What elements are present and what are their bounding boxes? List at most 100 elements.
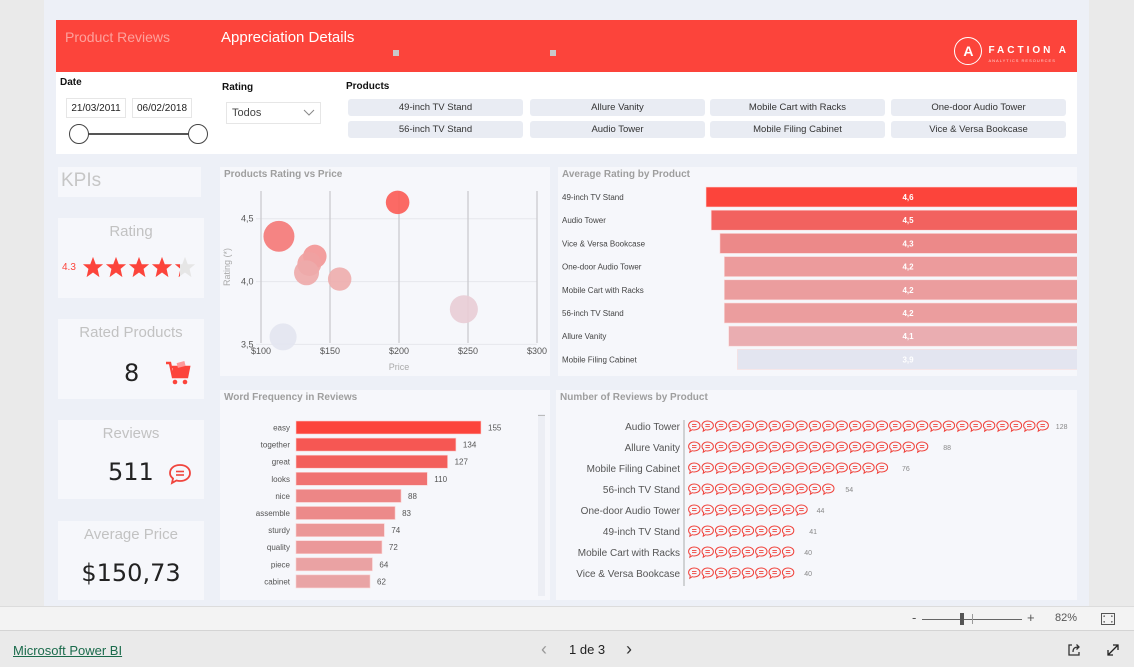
product-chip[interactable]: Mobile Cart with Racks [710,99,885,116]
product-chip[interactable]: Mobile Filing Cabinet [710,121,885,138]
logo-mark-icon: A [954,37,983,65]
product-chip[interactable]: Vice & Versa Bookcase [891,121,1066,138]
next-page-button[interactable]: › [626,639,632,660]
bubble-outline [1023,420,1036,433]
category-label: nice [275,492,290,501]
speech-bubble-icon [755,546,768,559]
bubble-outline [862,420,875,433]
zoom-out-button[interactable]: - [912,610,916,625]
date-start-input[interactable]: 21/03/2011 [66,98,126,118]
speech-bubble-icon [781,462,795,475]
bubble-outline [781,504,795,517]
star-icon [128,256,150,278]
speech-bubble-icon [741,504,755,517]
bubble-outline [688,483,701,496]
rating-dropdown[interactable]: Todos [226,102,321,124]
speech-bubble-icon [714,462,728,475]
bubble-outline [714,546,728,559]
product-chip[interactable]: Audio Tower [530,121,705,138]
speech-bubble-icon [795,483,808,496]
bubble-outline [714,504,728,517]
funnel-bar [724,279,1077,301]
product-chip[interactable]: One-door Audio Tower [891,99,1066,116]
speech-bubble-icon [755,441,768,454]
product-chip[interactable]: 49-inch TV Stand [348,99,523,116]
bubble-outline [728,462,741,475]
speech-bubble-icon [835,462,848,475]
data-label: 155 [488,424,502,433]
category-label: 56-inch TV Stand [603,485,680,496]
data-label: 62 [377,577,386,586]
speech-bubble-icon [701,441,714,454]
speech-bubble-icon [714,441,728,454]
speech-bubble-icon [714,504,728,517]
bubble-outline [795,462,808,475]
speech-bubble-icon [808,483,822,496]
vertical-scrollbar[interactable] [538,414,545,596]
category-label: Allure Vanity [625,443,680,454]
kpi-reviews-value: 511 [108,458,154,486]
speech-bubble-icon [714,420,728,433]
bubble-outline [781,441,795,454]
scatter-point [449,295,478,324]
header-marker [550,50,556,56]
bubble-outline [701,462,714,475]
speech-bubble-icon [701,420,714,433]
bar [295,437,457,452]
date-slider-end-handle[interactable] [188,124,208,144]
product-chip[interactable]: 56-inch TV Stand [348,121,523,138]
speech-bubble-icon [822,420,835,433]
previous-page-button[interactable]: ‹ [541,639,547,660]
date-end-input[interactable]: 06/02/2018 [132,98,192,118]
bar [295,523,385,537]
speech-bubble-icon [728,504,741,517]
bubble-outline [902,441,915,454]
kpi-rated-products-value: 8 [124,359,140,387]
speech-bubble-icon [728,567,741,580]
category-label: assemble [256,509,291,518]
data-label: 110 [434,475,447,484]
zoom-level: 82% [1055,612,1078,624]
speech-bubble-icon [755,420,768,433]
product-chip[interactable]: Allure Vanity [530,99,705,116]
bar [295,489,402,503]
data-label: 41 [809,529,817,536]
bubble-outline [996,420,1009,433]
fullscreen-icon[interactable] [1106,643,1120,657]
data-label: 64 [379,560,388,569]
bubble-outline [808,462,822,475]
speech-bubble-icon [701,504,714,517]
tab-appreciation-details[interactable]: Appreciation Details [221,29,354,46]
kpi-rating-value: 4.3 [62,262,76,273]
power-bi-link[interactable]: Microsoft Power BI [13,643,122,658]
bubble-outline [822,441,835,454]
zoom-slider-thumb[interactable] [960,613,964,625]
bubble-outline [781,483,795,496]
star-icon [82,256,104,278]
bubble-outline [741,462,755,475]
speech-bubble-icon [835,420,848,433]
speech-bubble-icon [781,504,795,517]
zoom-in-button[interactable]: + [1027,610,1035,625]
bubble-outline [982,420,996,433]
report-canvas: Product Reviews Appreciation Details A F… [44,0,1089,606]
x-axis-title: Price [389,362,410,372]
share-icon[interactable] [1067,643,1081,657]
bubble-outline [728,546,741,559]
tab-product-reviews[interactable]: Product Reviews [65,29,170,45]
date-slider-start-handle[interactable] [69,124,89,144]
chevron-down-icon [303,109,315,116]
header-band: Product Reviews Appreciation Details A F… [56,20,1077,72]
speech-bubble-icon [728,483,741,496]
fit-to-page-icon[interactable] [1101,613,1115,625]
scrollbar-thumb[interactable] [538,415,545,416]
speech-bubble-icon [848,420,862,433]
bubble-outline [714,462,728,475]
speech-bubble-icon [822,462,835,475]
speech-bubble-icon [822,441,835,454]
speech-bubble-icon [714,525,728,538]
bubble-outline [781,546,795,559]
zoom-bar: - + 82% [0,606,1134,631]
category-label: Mobile Cart with Racks [578,548,680,559]
date-range-slider[interactable] [78,133,198,135]
